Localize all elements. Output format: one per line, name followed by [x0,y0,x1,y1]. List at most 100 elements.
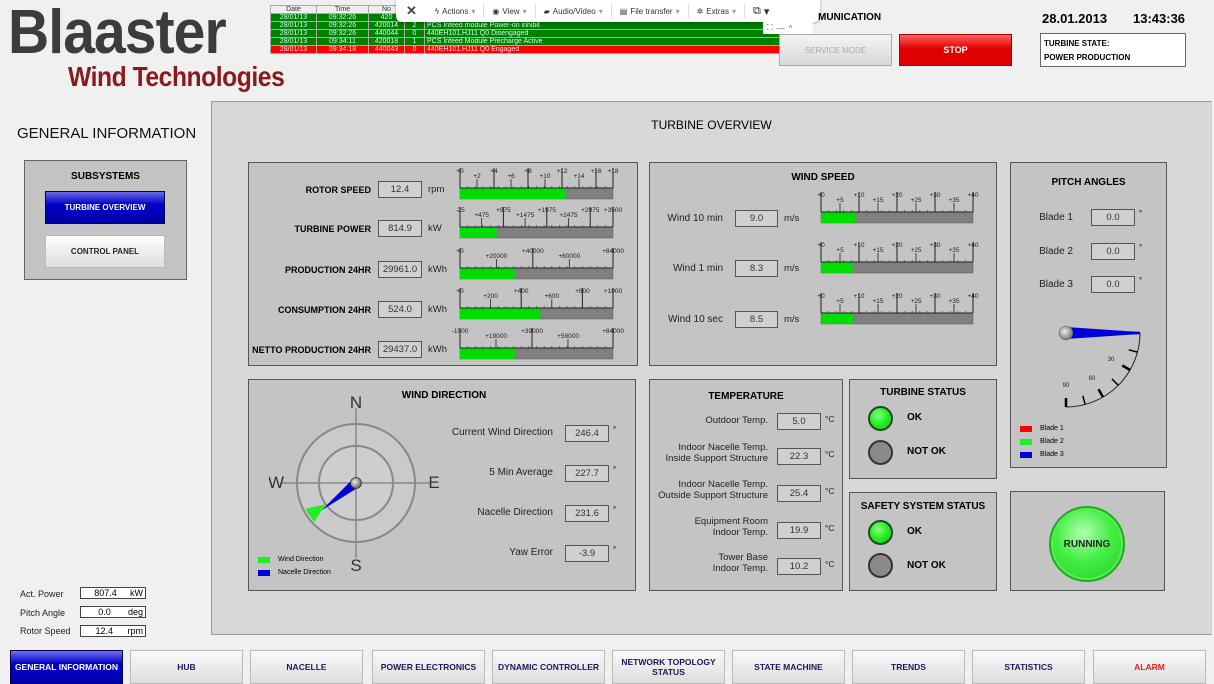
toolbar-audio-video-menu[interactable]: ▰ Audio/Video ▾ [536,4,612,18]
stop-button[interactable]: STOP [899,34,1012,66]
fullscreen-icon[interactable]: ⛶ [767,23,773,33]
production-label: PRODUCTION 24HR [284,265,371,275]
safety-status-panel: SAFETY SYSTEM STATUS OK NOT OK [849,492,997,591]
logo-wind-technologies: Wind Technologies [68,61,285,92]
temperature-value: 19.9 [777,522,821,539]
turbine-ok-led [868,406,893,431]
collapse-icon[interactable]: ^ [789,24,793,33]
alarm-time: 09:34:18 [316,45,369,54]
blade-label: Blade 2 [1039,246,1073,257]
toolbar-view-menu[interactable]: ◉ View ▾ [484,4,536,18]
temperature-title: TEMPERATURE [708,391,784,402]
tab-network-topology-status[interactable]: NETWORK TOPOLOGY STATUS [612,650,725,684]
safety-not-ok-label: NOT OK [907,560,946,571]
blade-3-needle [1066,327,1140,339]
tab-statistics[interactable]: STATISTICS [972,650,1085,684]
production-gauge-fill [460,188,566,199]
alarm-row[interactable]: 28/01/13 09:34:11 420018 1 PCS Infeed Module… [270,37,780,46]
production-label: TURBINE POWER [294,224,372,234]
lightning-icon: ϟ [434,6,440,16]
temperature-value: 22.3 [777,448,821,465]
minimize-icon[interactable]: — [777,24,785,33]
alarm-msg: 440EH101.HJ11 Q0 Engaged [424,45,780,54]
toolbar-extras-menu[interactable]: ✲ Extras ▾ [689,4,745,18]
service-mode-button[interactable]: SERVICE MODE [779,34,892,66]
production-gauge-minor-label: +59000 [557,333,579,340]
wind-direction-label: Current Wind Direction [451,427,553,438]
wind-speed-value: 9.0 [735,210,778,227]
tab-general-information[interactable]: GENERAL INFORMATION [10,650,123,684]
wind-direction-label: 5 Min Average [489,467,553,478]
col-time: Time [316,5,369,14]
close-icon[interactable]: ✕ [396,3,427,19]
production-gauge-minor-label: +475 [474,212,489,219]
running-indicator[interactable]: RUNNING [1049,506,1125,582]
wind-speed-gauge-fill [821,212,856,223]
production-value: 524.0 [378,301,422,318]
wind-speed-gauge-major-label: +0 [817,293,825,300]
wind-speed-gauge-major-label: +20 [891,192,902,199]
tab-alarm[interactable]: ALARM [1093,650,1206,684]
degree-symbol: ° [1139,243,1143,252]
production-gauge-major-label: +3500 [604,207,623,214]
production-value: 814.9 [378,220,422,237]
wind-speed-gauge-minor-label: +15 [872,298,883,305]
temperature-label: Equipment Room Indoor Temp. [694,516,768,538]
alarm-code: 0 [404,29,425,38]
production-gauge-major-label: +40000 [522,248,544,255]
turbine-status-panel: TURBINE STATUS OK NOT OK [849,379,997,479]
rotor-speed-field: 12.4 rpm [80,625,146,637]
remote-toolbar-mini: ⛶ — ^ [763,22,813,34]
tab-trends[interactable]: TRENDS [852,650,965,684]
degree-symbol: ° [613,545,617,554]
wind-direction-value: 227.7 [565,465,609,482]
wind-speed-gauge-major-label: +10 [853,293,864,300]
wind-speed-gauge-minor-label: +15 [872,247,883,254]
pitch-angles-panel: PITCH ANGLES Blade 1 0.0 ° Blade 2 0.0 ° Blade… [1010,162,1167,468]
production-value: 29437.0 [378,341,422,358]
toolbar-actions-menu[interactable]: ϟ Actions ▾ [427,4,485,18]
tab-state-machine[interactable]: STATE MACHINE [732,650,845,684]
wind-speed-gauge-major-label: +10 [853,192,864,199]
production-gauge-major-label: +2975 [581,207,600,214]
alarm-row[interactable]: 28/01/13 09:32:26 440044 0 440EH101.HJ11 Q0 … [270,29,780,38]
production-gauge-major-label: +84000 [602,248,624,255]
control-panel-button[interactable]: CONTROL PANEL [45,235,165,268]
legend-swatch [258,556,270,563]
production-gauge: -25 +975 +1975 +2975 +3500 +475 +1475 +2475 [455,207,623,239]
wind-speed-label: Wind 10 sec [667,314,723,325]
safety-not-ok-led [868,553,893,578]
wind-speed-gauge-minor-label: +25 [910,247,921,254]
pitch-dial-tick [1121,364,1131,372]
production-panel: ROTOR SPEED 12.4 rpm +0 +4 +8 +12 +16 +18 +2 +6 +10… [248,162,638,366]
alarm-date: 28/01/13 [270,13,317,22]
tab-nacelle[interactable]: NACELLE [250,650,363,684]
remote-toolbar: ✕ ϟ Actions ▾ ◉ View ▾ ▰ Audio/Video ▾ ▤ File tran… [396,0,820,22]
alarm-row[interactable]: 28/01/13 09:34:18 440043 0 440EH101.HJ11 Q0 … [270,45,780,54]
pitch-legend-item: Blade 2 [1020,438,1064,445]
production-gauge-major-label: +800 [575,288,590,295]
production-unit: kWh [428,344,447,355]
production-gauge-fill [460,348,515,359]
subsystems-panel: SUBSYSTEMS TURBINE OVERVIEW CONTROL PANE… [24,160,187,280]
wind-speed-gauge: +0 +10 +20 +30 +40 +5 +15 +25 +35 [817,242,979,274]
window-icon[interactable]: ⧉ ▾ [745,4,777,18]
wind-speed-label: Wind 10 min [667,213,723,224]
alarm-row[interactable]: 28/01/13 09:32:26 420014 2 PCS Infeed module… [270,21,780,30]
toolbar-file-transfer-menu[interactable]: ▤ File transfer ▾ [612,4,689,18]
section-title: GENERAL INFORMATION [17,125,197,142]
safety-ok-label: OK [907,526,922,537]
production-gauge-major-label: -25 [455,207,465,214]
act-power-label: Act. Power [20,589,64,599]
wind-speed-gauge-major-label: +0 [817,192,825,199]
production-gauge-minor-label: +60000 [558,253,580,260]
temperature-label: Indoor Nacelle Temp. Inside Support Struc… [665,442,768,464]
alarm-msg: PCS Infeed Module Precharge Active [424,37,780,46]
tab-hub[interactable]: HUB [130,650,243,684]
turbine-overview-button[interactable]: TURBINE OVERVIEW [45,191,165,224]
tab-power-electronics[interactable]: POWER ELECTRONICS [372,650,485,684]
wind-speed-gauge-minor-label: +5 [836,247,844,254]
tab-dynamic-controller[interactable]: DYNAMIC CONTROLLER [492,650,605,684]
temperature-value: 5.0 [777,413,821,430]
turbine-ok-label: OK [907,412,922,423]
